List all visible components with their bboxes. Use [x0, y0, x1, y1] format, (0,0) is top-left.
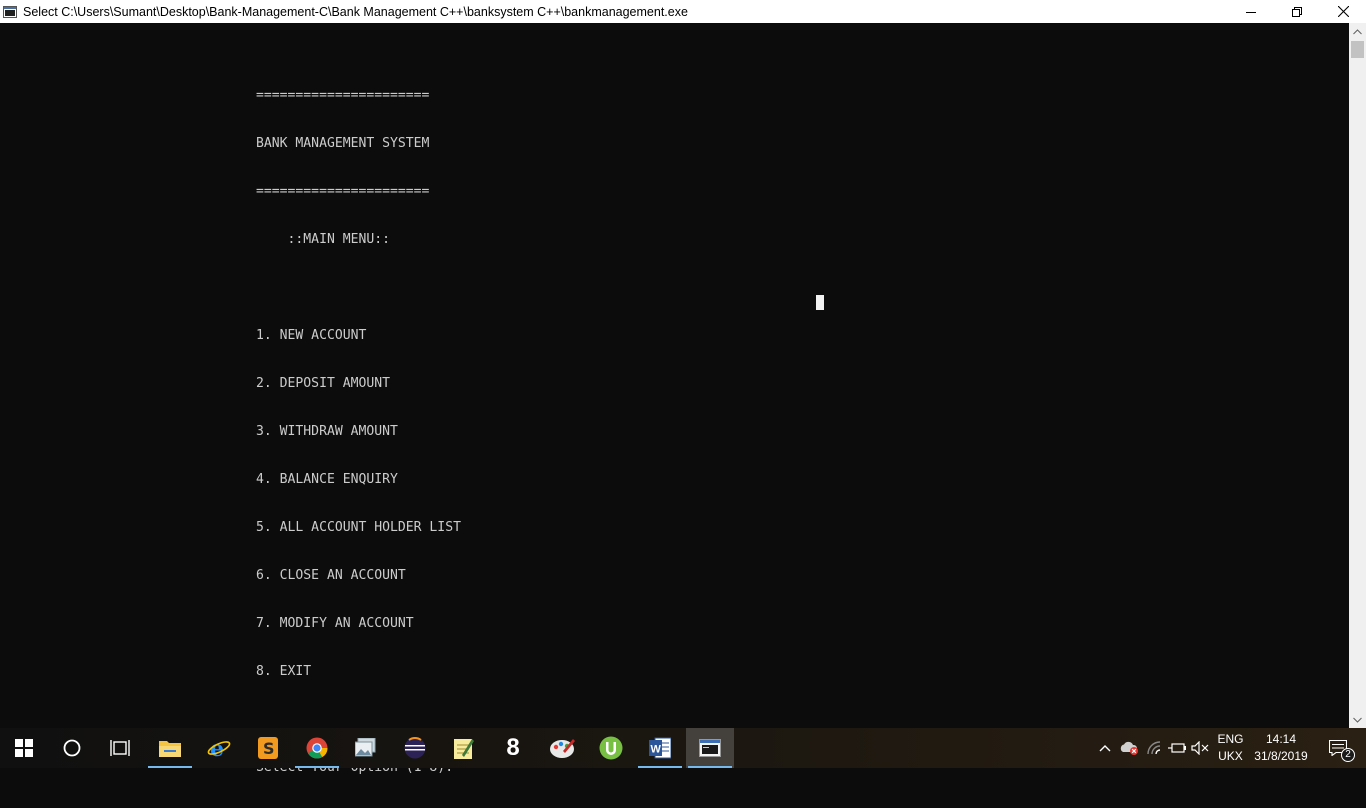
taskbar-app-8[interactable]: 8 — [489, 728, 537, 768]
sublime-icon: S — [258, 737, 278, 759]
clock-date: 31/8/2019 — [1254, 749, 1308, 763]
svg-text:S: S — [263, 739, 275, 758]
onedrive-tray-button[interactable] — [1118, 728, 1140, 768]
folder-icon — [159, 741, 181, 757]
utorrent-icon — [599, 736, 623, 760]
console-app-icon — [2, 4, 18, 20]
menu-option-new-account: 1. NEW ACCOUNT — [256, 328, 367, 343]
system-title: BANK MANAGEMENT SYSTEM — [256, 136, 430, 151]
eight-icon: 8 — [506, 734, 520, 761]
menu-option-close: 6. CLOSE AN ACCOUNT — [256, 568, 406, 583]
search-button[interactable] — [48, 728, 96, 768]
window-controls — [1228, 0, 1366, 23]
menu-option-holder-list: 5. ALL ACCOUNT HOLDER LIST — [256, 520, 461, 535]
console-window: Select C:\Users\Sumant\Desktop\Bank-Mana… — [0, 0, 1366, 775]
start-button[interactable] — [0, 728, 48, 768]
main-menu-heading: ::MAIN MENU:: — [256, 232, 391, 247]
menu-option-deposit: 2. DEPOSIT AMOUNT — [256, 376, 391, 391]
show-hidden-icons-button[interactable] — [1095, 728, 1115, 768]
taskbar-file-explorer[interactable] — [146, 728, 194, 768]
close-icon — [1337, 6, 1349, 17]
chrome-icon — [306, 737, 328, 759]
photos-icon — [355, 738, 376, 757]
separator-line: ====================== — [256, 184, 430, 199]
minimize-icon — [1246, 11, 1256, 13]
wifi-icon — [1147, 741, 1161, 755]
taskbar: e S 8 W ENG UKX 14:14 31/8/2019 2 — [0, 728, 1366, 768]
eclipse-icon — [404, 737, 426, 759]
word-icon: W — [649, 737, 671, 759]
taskbar-sublime-text[interactable]: S — [244, 728, 292, 768]
minimize-button[interactable] — [1228, 0, 1274, 23]
clock-time: 14:14 — [1265, 732, 1296, 746]
taskbar-word[interactable]: W — [636, 728, 684, 768]
battery-plug-icon — [1168, 743, 1186, 753]
console-output-area[interactable]: ====================== BANK MANAGEMENT S… — [0, 23, 1349, 775]
cortana-circle-icon — [63, 739, 81, 757]
menu-option-balance: 4. BALANCE ENQUIRY — [256, 472, 398, 487]
menu-option-withdraw: 3. WITHDRAW AMOUNT — [256, 424, 398, 439]
task-view-icon — [110, 740, 130, 756]
action-center-button[interactable]: 2 — [1318, 728, 1358, 768]
taskbar-internet-explorer[interactable]: e — [195, 728, 243, 768]
svg-text:W: W — [651, 744, 662, 756]
menu-option-modify: 7. MODIFY AN ACCOUNT — [256, 616, 414, 631]
taskbar-eclipse[interactable] — [391, 728, 439, 768]
separator-line: ====================== — [256, 88, 430, 103]
console-text: ====================== BANK MANAGEMENT S… — [256, 56, 461, 808]
clock[interactable]: 14:14 31/8/2019 — [1250, 728, 1312, 768]
taskbar-paint[interactable] — [538, 728, 586, 768]
menu-option-exit: 8. EXIT — [256, 664, 312, 679]
notification-count-badge: 2 — [1341, 748, 1355, 762]
vertical-scrollbar[interactable] — [1349, 23, 1366, 728]
windows-logo-icon — [15, 739, 33, 757]
taskbar-chrome[interactable] — [293, 728, 341, 768]
language-indicator[interactable]: ENG UKX — [1213, 728, 1248, 768]
ie-icon: e — [207, 737, 231, 759]
taskbar-console[interactable] — [686, 728, 734, 768]
title-bar[interactable]: Select C:\Users\Sumant\Desktop\Bank-Mana… — [0, 0, 1366, 23]
taskbar-photos[interactable] — [342, 728, 390, 768]
network-tray-button[interactable] — [1144, 728, 1166, 768]
volume-tray-button[interactable] — [1189, 728, 1211, 768]
power-tray-button[interactable] — [1166, 728, 1188, 768]
window-title: Select C:\Users\Sumant\Desktop\Bank-Mana… — [23, 4, 688, 19]
scroll-down-icon — [1353, 717, 1362, 723]
close-button[interactable] — [1320, 0, 1366, 23]
restore-icon — [1292, 6, 1302, 17]
paint-icon — [550, 739, 575, 758]
console-icon — [699, 739, 721, 757]
scroll-thumb[interactable] — [1351, 41, 1364, 58]
task-view-button[interactable] — [96, 728, 144, 768]
notepad-icon — [454, 739, 474, 759]
scroll-up-button[interactable] — [1349, 23, 1366, 40]
taskbar-utorrent[interactable] — [587, 728, 635, 768]
volume-muted-icon — [1191, 741, 1209, 755]
text-cursor — [816, 295, 824, 310]
language-code: ENG — [1217, 732, 1244, 746]
scroll-up-icon — [1353, 28, 1362, 34]
restore-button[interactable] — [1274, 0, 1320, 23]
keyboard-layout: UKX — [1218, 749, 1243, 763]
chevron-up-icon — [1099, 745, 1111, 752]
scroll-down-button[interactable] — [1349, 711, 1366, 728]
cloud-error-icon — [1120, 741, 1138, 755]
taskbar-notepad[interactable] — [440, 728, 488, 768]
